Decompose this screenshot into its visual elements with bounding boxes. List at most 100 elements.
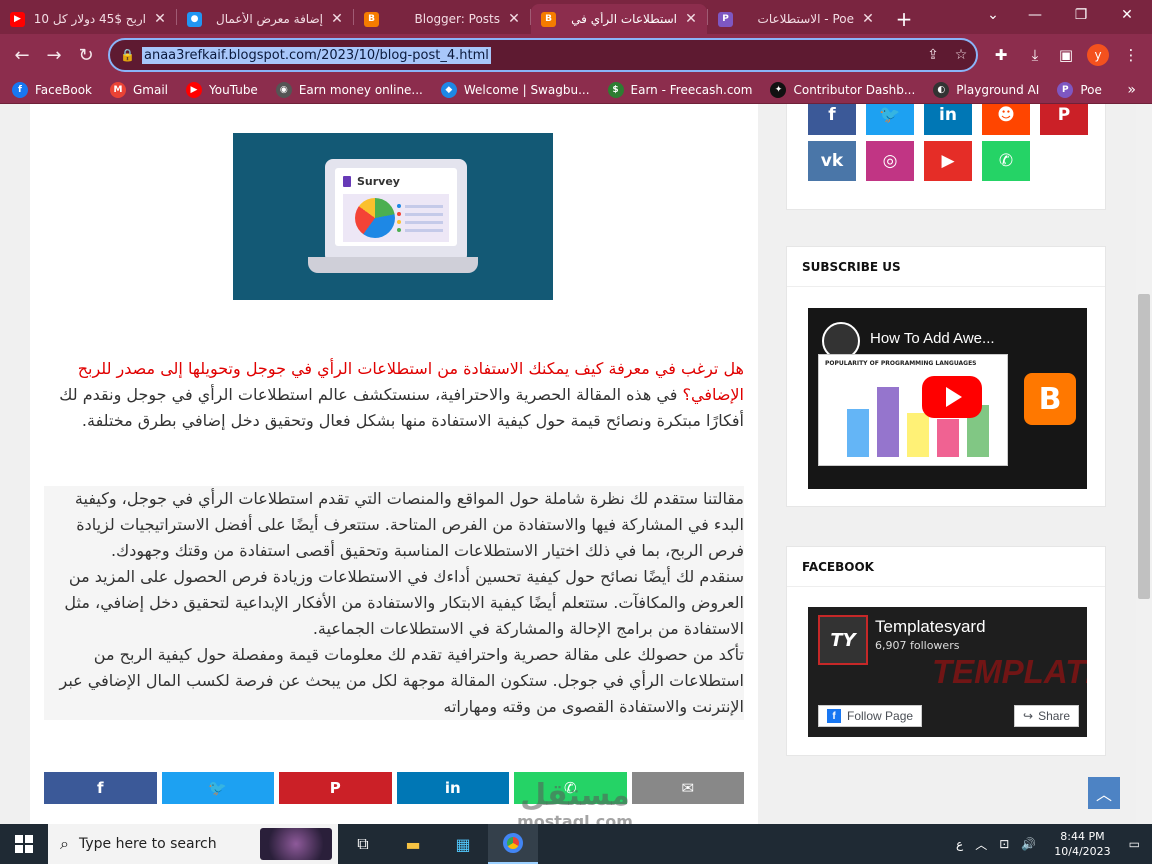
linkedin-icon: in [444, 779, 461, 797]
chrome-icon[interactable] [488, 824, 538, 864]
store-icon[interactable]: ▦ [438, 824, 488, 864]
play-button[interactable] [922, 376, 982, 418]
fb-share-button[interactable]: ↪ Share [1014, 705, 1080, 727]
tab-search-icon[interactable]: ⌄ [970, 0, 1016, 30]
close-tab-icon[interactable]: ✕ [683, 11, 699, 27]
email-icon: ✉ [681, 779, 695, 797]
volume-icon[interactable]: 🔊 [1021, 837, 1036, 851]
file-explorer-icon[interactable]: ▬ [388, 824, 438, 864]
social-pinterest-button[interactable]: P [1040, 104, 1088, 135]
forward-button[interactable]: → [38, 39, 70, 71]
youtube-video-embed[interactable]: How To Add Awe... POPULARITY OF PROGRAMM… [808, 308, 1087, 489]
social-vk-button[interactable]: vk [808, 141, 856, 181]
taskbar-search[interactable]: ⌕ Type here to search [48, 824, 338, 864]
share-pinterest-button[interactable]: P [279, 772, 392, 804]
extensions-icon[interactable]: ✚ [985, 38, 1017, 72]
browser-tab[interactable]: B استطلاعات الرأي في ✕ [531, 4, 707, 34]
bookmark-item[interactable]: ◐ Playground AI [933, 81, 1039, 98]
bookmark-item[interactable]: $ Earn - Freecash.com [607, 81, 752, 98]
fb-page-name[interactable]: Templatesyard [875, 617, 986, 637]
fb-follow-button[interactable]: f Follow Page [818, 705, 923, 727]
close-tab-icon[interactable]: ✕ [506, 11, 522, 27]
start-button[interactable] [0, 824, 48, 864]
share-twitter-button[interactable]: 🐦 [161, 772, 274, 804]
bookmark-label: YouTube [209, 82, 258, 97]
reddit-icon: ☻ [997, 105, 1015, 125]
youtube-icon: ▶ [941, 151, 955, 171]
tab-favicon-icon: P [718, 11, 733, 27]
bookmark-item[interactable]: P Poe [1057, 81, 1102, 98]
bookmark-star-icon[interactable]: ☆ [946, 40, 976, 70]
bookmark-item[interactable]: ◆ Welcome | Swagbu... [440, 81, 590, 98]
browser-tab[interactable]: P Poe - الاستطلاعات ✕ [708, 4, 884, 34]
bookmarks-overflow-icon[interactable]: » [1127, 82, 1136, 98]
bookmark-favicon-icon: ◉ [275, 81, 292, 98]
fb-page-logo[interactable]: TY [818, 615, 868, 665]
bookmarks-bar: f FaceBook M Gmail ▶ YouTube ◉ Earn money onlin… [0, 76, 1152, 104]
laptop-illustration: Survey [325, 159, 467, 263]
close-window-button[interactable]: ✕ [1104, 0, 1150, 30]
pinterest-icon: P [329, 779, 341, 797]
instagram-icon: ◎ [882, 151, 898, 171]
reload-button[interactable]: ↻ [70, 39, 102, 71]
task-view-icon[interactable]: ⧉ [338, 824, 388, 864]
bookmark-item[interactable]: ✦ Contributor Dashb... [770, 81, 916, 98]
clock[interactable]: 8:44 PM 10/4/2023 [1054, 829, 1110, 859]
social-twitter-button[interactable]: 🐦 [866, 104, 914, 135]
browser-tab[interactable]: ▶ اربح $45 دولار كل 10 ✕ [0, 4, 176, 34]
show-hidden-icons-icon[interactable]: ︿ [975, 836, 987, 853]
back-to-top-button[interactable]: ︿ [1088, 777, 1120, 809]
back-button[interactable]: ← [6, 39, 38, 71]
clock-date: 10/4/2023 [1054, 845, 1111, 858]
share-linkedin-button[interactable]: in [396, 772, 509, 804]
minimize-button[interactable]: — [1012, 0, 1058, 30]
url-text[interactable]: anaa3refkaif.blogspot.com/2023/10/blog-p… [142, 46, 491, 64]
bookmark-label: Welcome | Swagbu... [463, 82, 590, 97]
bookmark-label: Gmail [133, 82, 169, 97]
social-youtube-button[interactable]: ▶ [924, 141, 972, 181]
search-highlight-image [260, 828, 332, 860]
address-bar[interactable]: 🔒 anaa3refkaif.blogspot.com/2023/10/blog… [108, 38, 978, 72]
facebook-icon: f [96, 779, 104, 797]
subscribe-widget: SUBSCRIBE US How To Add Awe... POPULARIT… [786, 246, 1106, 507]
lock-icon: 🔒 [120, 48, 135, 62]
close-tab-icon[interactable]: ✕ [860, 11, 876, 27]
share-page-icon[interactable]: ⇪ [918, 40, 948, 70]
bookmark-item[interactable]: ▶ YouTube [186, 81, 258, 98]
search-placeholder: Type here to search [78, 836, 217, 852]
social-linkedin-button[interactable]: in [924, 104, 972, 135]
share-facebook-button[interactable]: f [44, 772, 157, 804]
close-tab-icon[interactable]: ✕ [152, 11, 168, 27]
page-scrollbar[interactable] [1136, 104, 1152, 824]
profile-avatar[interactable]: y [1082, 38, 1114, 72]
maximize-button[interactable]: ❐ [1058, 0, 1104, 30]
video-title[interactable]: How To Add Awe... [870, 330, 995, 347]
bookmark-label: Contributor Dashb... [793, 82, 916, 97]
bookmark-item[interactable]: f FaceBook [12, 81, 92, 98]
close-tab-icon[interactable]: ✕ [329, 11, 345, 27]
bookmark-label: Poe [1080, 82, 1102, 97]
social-instagram-button[interactable]: ◎ [866, 141, 914, 181]
bookmark-item[interactable]: ◉ Earn money online... [275, 81, 423, 98]
bookmark-favicon-icon: ▶ [186, 81, 203, 98]
side-panel-icon[interactable]: ▣ [1050, 38, 1082, 72]
twitter-icon: 🐦 [208, 779, 228, 797]
downloads-icon[interactable]: ⤓ [1019, 38, 1051, 72]
social-reddit-button[interactable]: ☻ [982, 104, 1030, 135]
notifications-icon[interactable]: ▭ [1129, 837, 1140, 851]
page-viewport: Survey هل ترغب في معرفة كيف يمكنك الاستف… [0, 104, 1152, 824]
scrollbar-thumb[interactable] [1138, 294, 1150, 599]
language-indicator[interactable]: ع [956, 837, 963, 851]
social-facebook-button[interactable]: f [808, 104, 856, 135]
social-whatsapp-button[interactable]: ✆ [982, 141, 1030, 181]
thumbnail-caption: POPULARITY OF PROGRAMMING LANGUAGES [825, 360, 977, 367]
facebook-icon: f [827, 709, 841, 723]
browser-tab[interactable]: B Blogger: Posts ✕ [354, 4, 530, 34]
network-icon[interactable]: ⊡ [999, 837, 1009, 851]
new-tab-button[interactable]: + [888, 4, 920, 34]
menu-icon[interactable]: ⋮ [1115, 38, 1147, 72]
tab-title: Blogger: Posts [414, 12, 500, 26]
browser-tab[interactable]: ● إضافة معرض الأعمال ✕ [177, 4, 353, 34]
bookmark-item[interactable]: M Gmail [110, 81, 169, 98]
bookmark-label: Earn money online... [298, 82, 423, 97]
